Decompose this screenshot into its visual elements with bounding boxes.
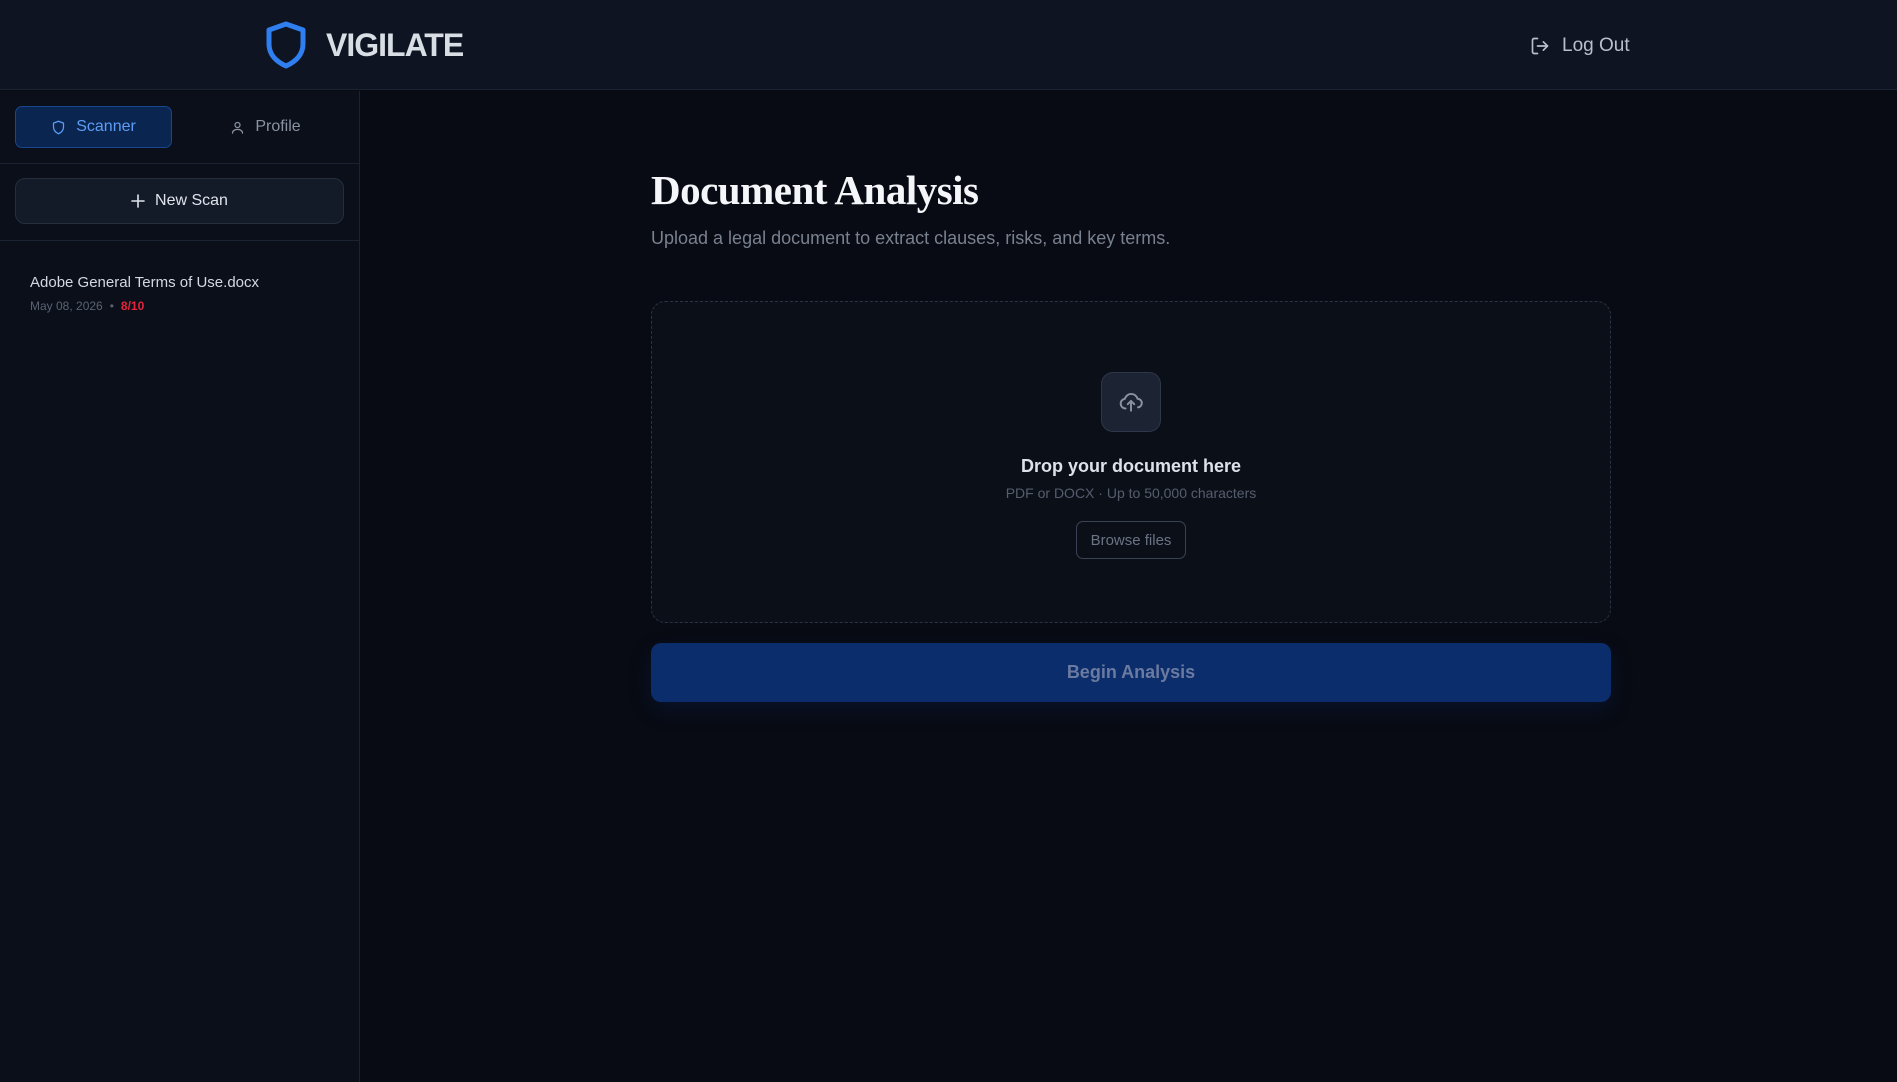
scan-file-name: Adobe General Terms of Use.docx bbox=[30, 274, 260, 291]
shield-icon bbox=[53, 120, 65, 134]
page-subtitle: Upload a legal document to extract claus… bbox=[651, 228, 1171, 248]
logout-icon bbox=[1531, 37, 1549, 55]
scan-meta: May 08, 2026 • 8/10 bbox=[30, 299, 340, 313]
logout-button[interactable]: Log Out bbox=[1530, 33, 1630, 59]
new-scan-button[interactable]: New Scan bbox=[15, 178, 344, 224]
tab-scanner[interactable]: Scanner bbox=[15, 106, 173, 148]
dropzone-subtitle: PDF or DOCX · Up to 50,000 characters bbox=[1005, 485, 1257, 501]
top-bar: VIGILATE Log Out bbox=[0, 0, 1897, 90]
user-icon bbox=[232, 121, 244, 134]
shield-logo-icon bbox=[266, 21, 306, 69]
tab-profile[interactable]: Profile bbox=[187, 106, 344, 148]
upload-icon-container bbox=[1101, 372, 1161, 432]
new-scan-label: New Scan bbox=[155, 192, 228, 209]
page-title: Document Analysis bbox=[651, 167, 979, 213]
brand-name: VIGILATE bbox=[326, 26, 464, 63]
scan-risk-score: 8/10 bbox=[120, 299, 145, 313]
scan-meta-separator: • bbox=[109, 299, 114, 313]
tab-profile-label: Profile bbox=[255, 118, 301, 135]
sidebar-tabs: Scanner Profile bbox=[0, 91, 359, 164]
browse-files-button[interactable]: Browse files bbox=[1076, 521, 1186, 559]
cloud-upload-icon bbox=[1119, 393, 1143, 412]
begin-analysis-button[interactable]: Begin Analysis bbox=[651, 643, 1611, 702]
tab-scanner-label: Scanner bbox=[76, 118, 136, 135]
file-dropzone[interactable]: Drop your document here PDF or DOCX · Up… bbox=[651, 301, 1611, 623]
scan-date: May 08, 2026 bbox=[30, 299, 103, 313]
scan-history-item[interactable]: Adobe General Terms of Use.docx May 08, … bbox=[30, 274, 340, 313]
dropzone-title: Drop your document here bbox=[1020, 456, 1242, 476]
new-scan-section: New Scan bbox=[0, 164, 359, 241]
brand-logo[interactable]: VIGILATE bbox=[264, 20, 464, 70]
sidebar: Scanner Profile New Scan Adobe General T… bbox=[0, 91, 360, 1082]
logout-label: Log Out bbox=[1562, 35, 1630, 56]
plus-icon bbox=[131, 194, 145, 208]
